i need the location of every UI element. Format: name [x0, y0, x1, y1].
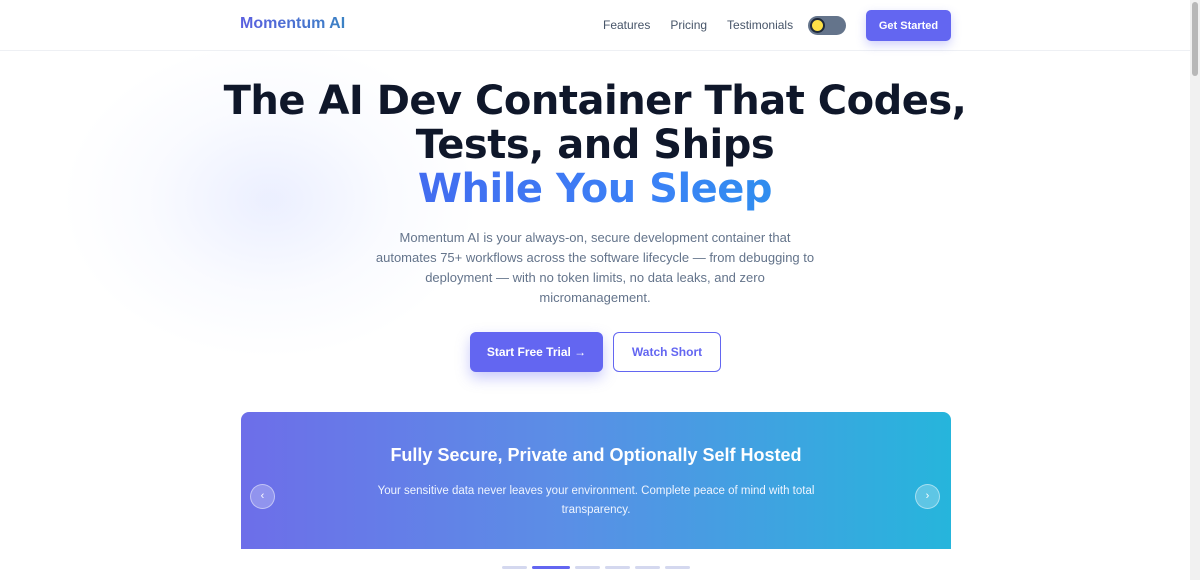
carousel-prev-button[interactable]: ‹: [250, 484, 275, 509]
nav-links: Features Pricing Testimonials: [603, 18, 813, 32]
nav-link-testimonials[interactable]: Testimonials: [727, 18, 793, 32]
carousel-next-button[interactable]: ›: [915, 484, 940, 509]
nav-link-features[interactable]: Features: [603, 18, 650, 32]
hero-subtitle: Momentum AI is your always-on, secure de…: [375, 230, 815, 305]
hero-title: The AI Dev Container That Codes, Tests, …: [0, 79, 1190, 211]
carousel-slide-text: Your sensitive data never leaves your en…: [377, 485, 815, 516]
page-scrollbar[interactable]: [1190, 0, 1200, 580]
carousel-dot[interactable]: [635, 566, 660, 569]
scrollbar-thumb[interactable]: [1192, 2, 1198, 76]
carousel-slide-title: Fully Secure, Private and Optionally Sel…: [390, 445, 802, 465]
hero-title-line-2: Tests, and Ships: [415, 122, 775, 168]
watch-short-button[interactable]: Watch Short: [613, 332, 721, 372]
carousel-dot[interactable]: [605, 566, 630, 569]
start-free-trial-button[interactable]: Start Free Trial →: [470, 332, 603, 372]
sun-icon: [810, 18, 825, 33]
get-started-button[interactable]: Get Started: [866, 10, 951, 41]
carousel-dot[interactable]: [502, 566, 527, 569]
brand-logo[interactable]: Momentum AI: [240, 15, 345, 33]
carousel-dot[interactable]: [575, 566, 600, 569]
carousel-dot[interactable]: [665, 566, 690, 569]
hero-title-accent: While You Sleep: [0, 167, 1190, 211]
carousel-dot[interactable]: [532, 566, 570, 569]
hero-title-line-1: The AI Dev Container That Codes,: [223, 78, 967, 124]
carousel-indicators: [502, 566, 690, 569]
landing-page: Momentum AI Features Pricing Testimonial…: [0, 0, 1190, 580]
top-navbar: Momentum AI Features Pricing Testimonial…: [0, 0, 1190, 51]
nav-link-pricing[interactable]: Pricing: [670, 18, 707, 32]
theme-toggle[interactable]: [808, 16, 846, 35]
feature-carousel: ‹ Fully Secure, Private and Optionally S…: [241, 412, 951, 549]
